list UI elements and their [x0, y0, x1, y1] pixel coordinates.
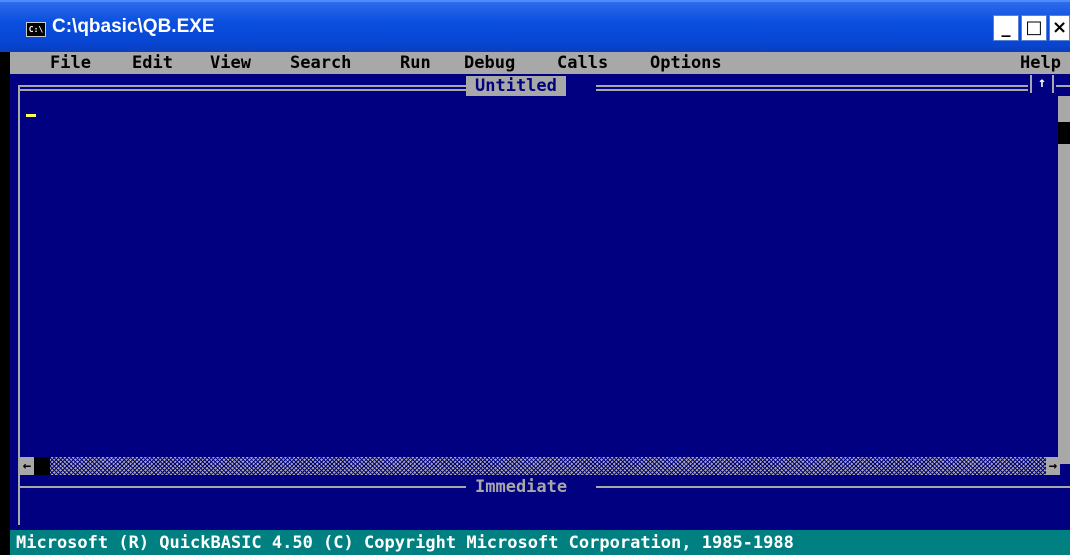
menu-calls[interactable]: Calls [557, 53, 608, 73]
maximize-button[interactable]: □ [1021, 15, 1047, 41]
menu-run[interactable]: Run [400, 53, 431, 73]
copyright-status-text: Microsoft (R) QuickBASIC 4.50 (C) Copyri… [16, 533, 794, 553]
editor-frame-top-end [1056, 85, 1070, 87]
editor-frame-top-left [18, 85, 466, 87]
menu-search[interactable]: Search [290, 53, 351, 73]
console-app-icon[interactable]: C:\ [26, 22, 46, 37]
menu-edit[interactable]: Edit [132, 53, 173, 73]
menu-debug[interactable]: Debug [464, 53, 515, 73]
editor-frame-top-right [596, 85, 1028, 87]
close-button[interactable]: × [1049, 15, 1070, 41]
scroll-left-arrow-icon[interactable]: ← [20, 457, 34, 475]
editor-title: Untitled [466, 76, 566, 96]
menu-bar: File Edit View Search Run Debug Calls Op… [10, 52, 1070, 74]
menu-help[interactable]: Help [1020, 53, 1061, 73]
horizontal-scroll-thumb[interactable] [34, 457, 50, 475]
window-titlebar[interactable]: C:\ C:\qbasic\QB.EXE _ □ × [0, 0, 1070, 52]
minimize-button[interactable]: _ [993, 15, 1019, 41]
vertical-scroll-thumb[interactable] [1058, 122, 1070, 144]
editor-frame-top-left-inner [18, 89, 466, 91]
menu-file[interactable]: File [50, 53, 91, 73]
menu-options[interactable]: Options [650, 53, 722, 73]
immediate-window-title: Immediate [466, 477, 577, 497]
maximize-window-toggle[interactable]: ↑ [1030, 75, 1054, 93]
vertical-scrollbar[interactable] [1058, 96, 1070, 464]
window-title: C:\qbasic\QB.EXE [52, 16, 215, 37]
menu-view[interactable]: View [210, 53, 251, 73]
status-bar: Microsoft (R) QuickBASIC 4.50 (C) Copyri… [10, 530, 1070, 555]
immediate-frame-left [18, 486, 466, 488]
horizontal-scrollbar[interactable] [20, 457, 1060, 475]
scroll-right-arrow-icon[interactable]: → [1046, 457, 1060, 475]
editor-frame-top-right-inner [596, 89, 1028, 91]
immediate-frame-right [596, 486, 1070, 488]
qbasic-screen: File Edit View Search Run Debug Calls Op… [10, 52, 1070, 555]
text-cursor [26, 114, 36, 117]
